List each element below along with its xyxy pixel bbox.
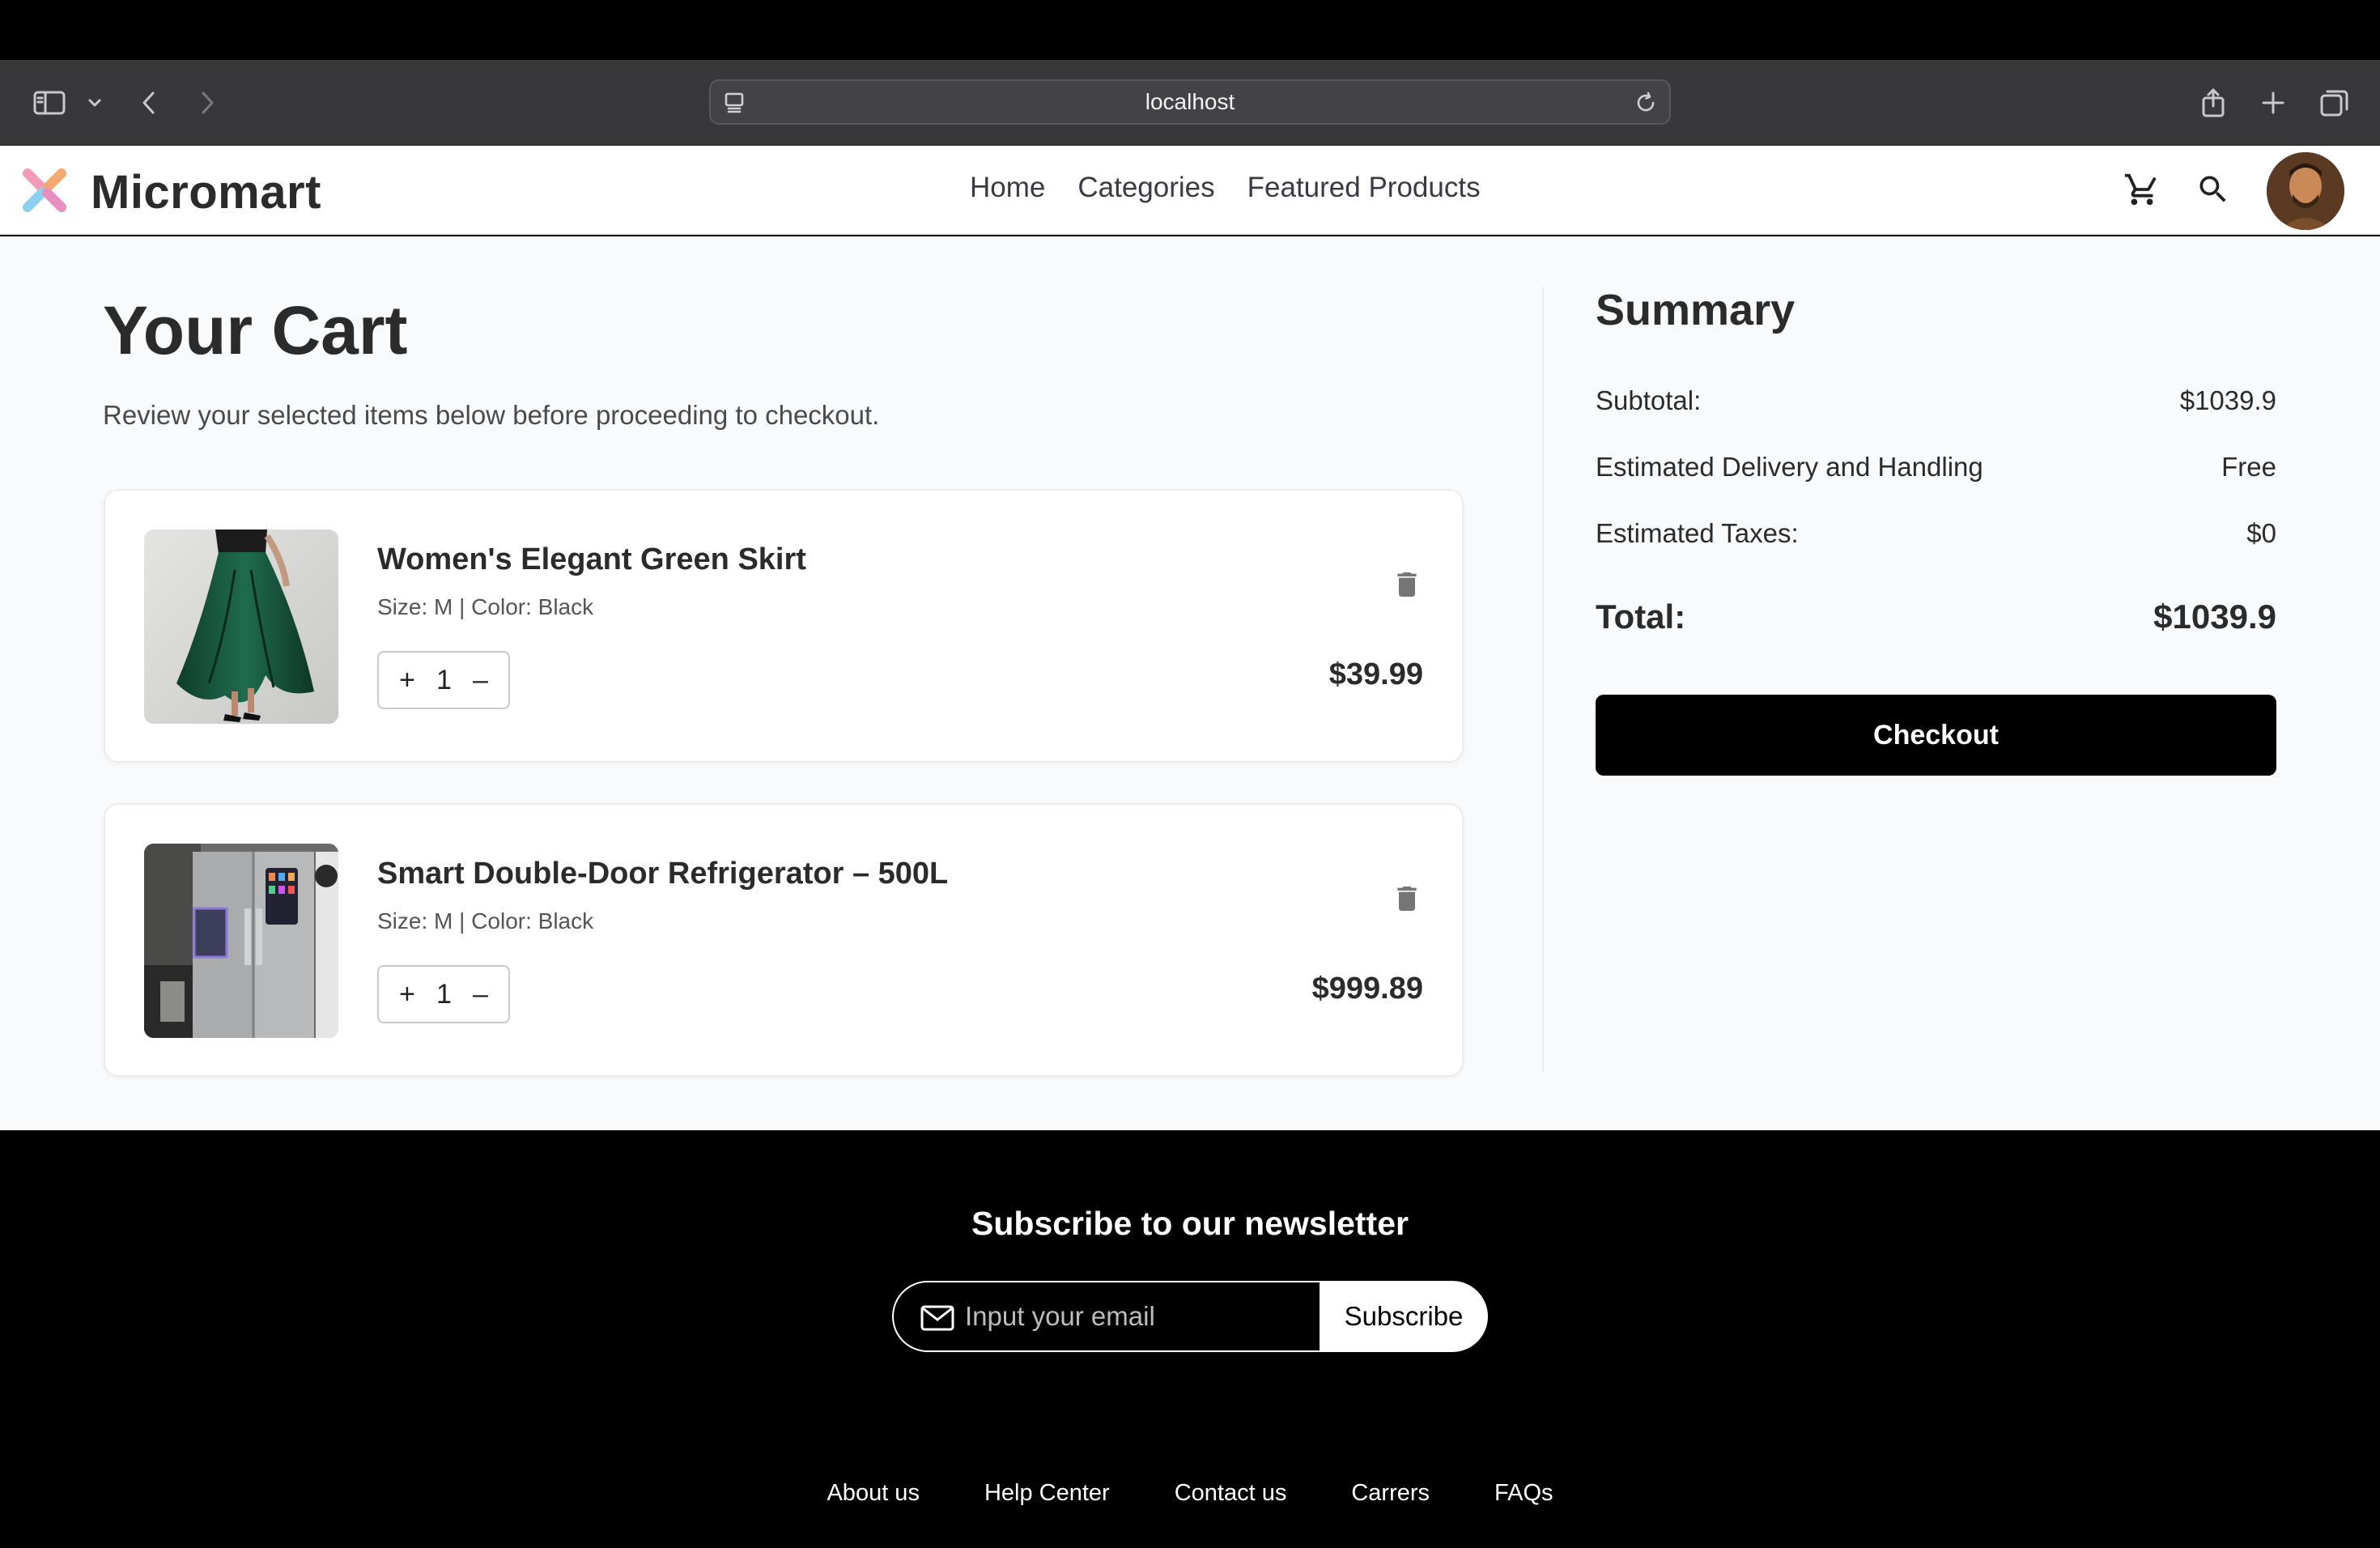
footer-link-help-center[interactable]: Help Center <box>984 1480 1110 1507</box>
forward-icon[interactable] <box>191 60 223 146</box>
trash-icon[interactable] <box>1391 882 1423 915</box>
new-tab-icon[interactable] <box>2257 60 2289 146</box>
quantity-stepper: + 1 – <box>377 965 510 1023</box>
reload-icon[interactable] <box>1634 91 1658 119</box>
summary-subtotal-row: Subtotal: $1039.9 <box>1596 385 2276 416</box>
address-bar[interactable]: localhost <box>709 79 1671 125</box>
subscribe-button[interactable]: Subscribe <box>1320 1281 1488 1352</box>
email-field-wrapper <box>892 1281 1321 1352</box>
newsletter-title: Subscribe to our newsletter <box>971 1205 1409 1242</box>
footer-link-faqs[interactable]: FAQs <box>1494 1480 1553 1507</box>
nav-home[interactable]: Home <box>970 172 1045 204</box>
qty-plus-button[interactable]: + <box>399 979 415 1010</box>
micromart-logo-icon[interactable] <box>18 164 71 217</box>
product-price: $999.89 <box>1311 972 1423 1006</box>
summary-total-row: Total: $1039.9 <box>1596 598 2276 636</box>
cart-icon[interactable] <box>2118 165 2166 214</box>
back-icon[interactable] <box>133 60 165 146</box>
column-divider <box>1542 287 1544 1072</box>
cart-page: Your Cart Review your selected items bel… <box>0 236 2380 1130</box>
qty-value: 1 <box>436 978 452 1010</box>
qty-minus-button[interactable]: – <box>473 665 488 696</box>
product-price: $39.99 <box>1328 657 1423 691</box>
subtotal-value: $1039.9 <box>2179 385 2276 415</box>
site-header: Micromart Home Categories Featured Produ… <box>0 146 2380 235</box>
product-image-refrigerator[interactable] <box>144 844 338 1038</box>
sidebar-toggle-icon[interactable] <box>29 60 70 146</box>
nav-featured-products[interactable]: Featured Products <box>1247 172 1481 204</box>
page-title: Your Cart <box>103 292 408 368</box>
delivery-label: Estimated Delivery and Handling <box>1596 452 1983 482</box>
summary-taxes-row: Estimated Taxes: $0 <box>1596 518 2276 549</box>
nav-categories[interactable]: Categories <box>1077 172 1214 204</box>
taxes-value: $0 <box>2246 518 2276 548</box>
footer-links: About us Help Center Contact us Carrers … <box>0 1480 2380 1507</box>
taxes-label: Estimated Taxes: <box>1596 518 1799 548</box>
tab-overview-icon[interactable] <box>2317 60 2352 146</box>
site-footer: Subscribe to our newsletter Subscribe Ab… <box>0 1130 2380 1548</box>
subtotal-label: Subtotal: <box>1596 385 1702 415</box>
page-subtitle: Review your selected items below before … <box>103 400 880 430</box>
footer-link-about[interactable]: About us <box>827 1480 919 1507</box>
product-meta: Size: M | Color: Black <box>377 908 594 933</box>
qty-plus-button[interactable]: + <box>399 665 415 696</box>
total-label: Total: <box>1596 598 1686 636</box>
mail-icon <box>920 1303 955 1337</box>
screen-top-strip <box>0 0 2380 60</box>
product-meta: Size: M | Color: Black <box>377 594 594 619</box>
product-name[interactable]: Smart Double-Door Refrigerator – 500L <box>377 857 948 891</box>
summary-title: Summary <box>1596 286 1796 334</box>
qty-value: 1 <box>436 664 452 695</box>
total-value: $1039.9 <box>2153 598 2276 636</box>
footer-link-careers[interactable]: Carrers <box>1351 1480 1430 1507</box>
qty-minus-button[interactable]: – <box>473 979 488 1010</box>
chevron-down-icon[interactable] <box>83 60 107 146</box>
cart-item-card: Women's Elegant Green Skirt Size: M | Co… <box>104 489 1464 763</box>
url-text: localhost <box>1145 89 1235 114</box>
search-icon[interactable] <box>2189 165 2238 214</box>
avatar[interactable] <box>2267 152 2344 230</box>
checkout-button[interactable]: Checkout <box>1596 695 2276 776</box>
product-image-skirt[interactable] <box>144 529 338 724</box>
share-icon[interactable] <box>2197 60 2229 146</box>
quantity-stepper: + 1 – <box>377 651 510 709</box>
footer-link-contact[interactable]: Contact us <box>1175 1480 1287 1507</box>
summary-delivery-row: Estimated Delivery and Handling Free <box>1596 452 2276 483</box>
delivery-value: Free <box>2221 452 2276 482</box>
trash-icon[interactable] <box>1391 568 1423 601</box>
newsletter-form: Subscribe <box>892 1281 1488 1352</box>
main-nav: Home Categories Featured Products <box>970 172 1481 204</box>
product-name[interactable]: Women's Elegant Green Skirt <box>377 542 806 577</box>
email-input[interactable] <box>965 1282 1305 1350</box>
brand-name[interactable]: Micromart <box>91 165 321 219</box>
browser-toolbar: localhost <box>0 60 2380 146</box>
cart-item-card: Smart Double-Door Refrigerator – 500L Si… <box>104 803 1464 1077</box>
